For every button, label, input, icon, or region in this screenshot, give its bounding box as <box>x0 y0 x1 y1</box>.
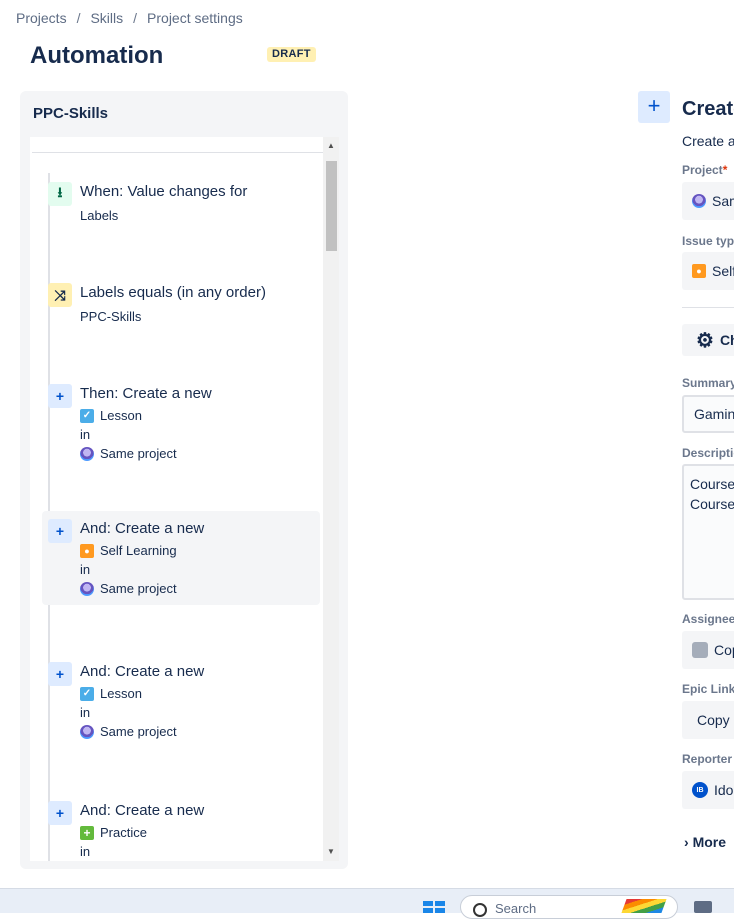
step-header: When: Value changes for <box>80 183 248 200</box>
issue-type: Practice <box>100 825 147 840</box>
rule-steps-list: ⭳ When: Value changes for Labels ⤨ Label… <box>30 137 331 861</box>
description-line: Course <box>690 496 734 512</box>
issue-type-line: ✓ Lesson <box>80 408 142 423</box>
in-label: in <box>80 705 91 720</box>
rule-name: PPC-Skills <box>33 105 109 122</box>
condition-icon: ⤨ <box>48 283 72 307</box>
details-title: Create <box>682 98 734 120</box>
gear-icon: ⚙ <box>696 329 714 352</box>
rule-step-action[interactable]: + And: Create a new ✓ Lesson in Same proj… <box>42 654 320 744</box>
step-detail: PPC-Skills <box>80 309 142 324</box>
step-header: And: Create a new <box>80 663 205 680</box>
project-name: Same project <box>100 724 177 739</box>
scroll-down-icon[interactable]: ▼ <box>323 845 339 859</box>
scroll-thumb[interactable] <box>326 161 337 251</box>
breadcrumb-separator: / <box>133 10 138 26</box>
divider <box>32 152 327 153</box>
rule-step-condition[interactable]: ⤨ Labels equals (in any order) PPC-Skill… <box>42 275 320 335</box>
assignee-select[interactable]: Cop <box>682 631 734 669</box>
add-component-button[interactable]: + <box>638 91 670 123</box>
issue-type-label: Issue type <box>682 234 734 248</box>
project-icon <box>80 724 94 739</box>
description-label: Description <box>682 446 734 460</box>
description-line: Course <box>690 476 734 492</box>
chevron-right-icon: › <box>684 834 689 850</box>
project-name: Same project <box>100 581 177 596</box>
details-subtitle: Create a <box>682 133 734 149</box>
lesson-icon: ✓ <box>80 686 94 701</box>
rule-panel: PPC-Skills ⭳ When: Value changes for Lab… <box>20 91 348 869</box>
assignee-label: Assignee <box>682 612 734 626</box>
more-options-toggle[interactable]: › More <box>684 834 726 850</box>
issue-type: Lesson <box>100 408 142 423</box>
breadcrumb-projects[interactable]: Projects <box>16 10 67 26</box>
project-label: Project* <box>682 163 728 177</box>
practice-icon: + <box>80 825 94 840</box>
epic-link-label: Epic Link <box>682 682 734 696</box>
breadcrumb: Projects / Skills / Project settings <box>16 10 243 26</box>
avatar <box>692 642 708 658</box>
project-line: Same project <box>80 724 177 739</box>
step-header: Then: Create a new <box>80 385 212 402</box>
self-learning-icon: ● <box>80 543 94 558</box>
self-learning-icon: ● <box>692 264 706 278</box>
rule-step-trigger[interactable]: ⭳ When: Value changes for Labels <box>42 174 320 234</box>
search-icon <box>473 903 487 917</box>
issue-type-line: ● Self Learning <box>80 543 177 558</box>
issue-type-line: ✓ Lesson <box>80 686 142 701</box>
project-line: Same project <box>80 446 177 461</box>
step-header: And: Create a new <box>80 802 205 819</box>
scroll-up-icon[interactable]: ▲ <box>323 139 339 153</box>
summary-label: Summary <box>682 376 734 390</box>
reporter-select[interactable]: IB Ido <box>682 771 734 809</box>
rule-step-action[interactable]: + Then: Create a new ✓ Lesson in Same pro… <box>42 376 320 466</box>
plus-icon: + <box>48 801 72 825</box>
project-line: Same project <box>80 581 177 596</box>
status-badge: DRAFT <box>267 47 316 62</box>
plus-icon: + <box>48 384 72 408</box>
issue-type-line: + Practice <box>80 825 147 840</box>
issue-type: Self Learning <box>100 543 177 558</box>
in-label: in <box>80 562 91 577</box>
plus-icon: + <box>48 662 72 686</box>
trigger-icon: ⭳ <box>48 182 72 206</box>
project-icon <box>692 194 706 208</box>
summary-input[interactable]: Gaming <box>682 395 734 433</box>
breadcrumb-project-settings[interactable]: Project settings <box>147 10 243 26</box>
breadcrumb-skills[interactable]: Skills <box>90 10 123 26</box>
step-header: Labels equals (in any order) <box>80 284 266 301</box>
issue-type: Lesson <box>100 686 142 701</box>
project-name: Same project <box>100 446 177 461</box>
rule-step-action-selected[interactable]: + And: Create a new ● Self Learning in Sa… <box>42 511 320 605</box>
choose-fields-button[interactable]: ⚙Ch <box>682 324 734 356</box>
in-label: in <box>80 427 91 442</box>
project-select[interactable]: Sam <box>682 182 734 220</box>
widget-icon[interactable] <box>621 899 667 913</box>
app-icon[interactable] <box>694 901 712 913</box>
project-icon <box>80 446 94 461</box>
page-title: Automation <box>30 42 164 69</box>
taskbar: Search <box>0 888 734 919</box>
step-header: And: Create a new <box>80 520 205 537</box>
in-label: in <box>80 844 91 859</box>
divider <box>682 307 734 308</box>
plus-icon: + <box>48 519 72 543</box>
issue-type-select[interactable]: ● Self <box>682 252 734 290</box>
description-textarea[interactable]: Course Course <box>682 464 734 600</box>
lesson-icon: ✓ <box>80 408 94 423</box>
breadcrumb-separator: / <box>76 10 81 26</box>
windows-start-icon[interactable] <box>423 901 445 913</box>
avatar: IB <box>692 782 708 798</box>
epic-link-select[interactable]: Copy <box>682 701 734 739</box>
step-detail: Labels <box>80 208 119 223</box>
steps-scrollbar[interactable]: ▲ ▼ <box>323 137 339 861</box>
rule-step-action[interactable]: + And: Create a new + Practice in <box>42 793 320 861</box>
reporter-label: Reporter <box>682 752 733 766</box>
project-icon <box>80 581 94 596</box>
